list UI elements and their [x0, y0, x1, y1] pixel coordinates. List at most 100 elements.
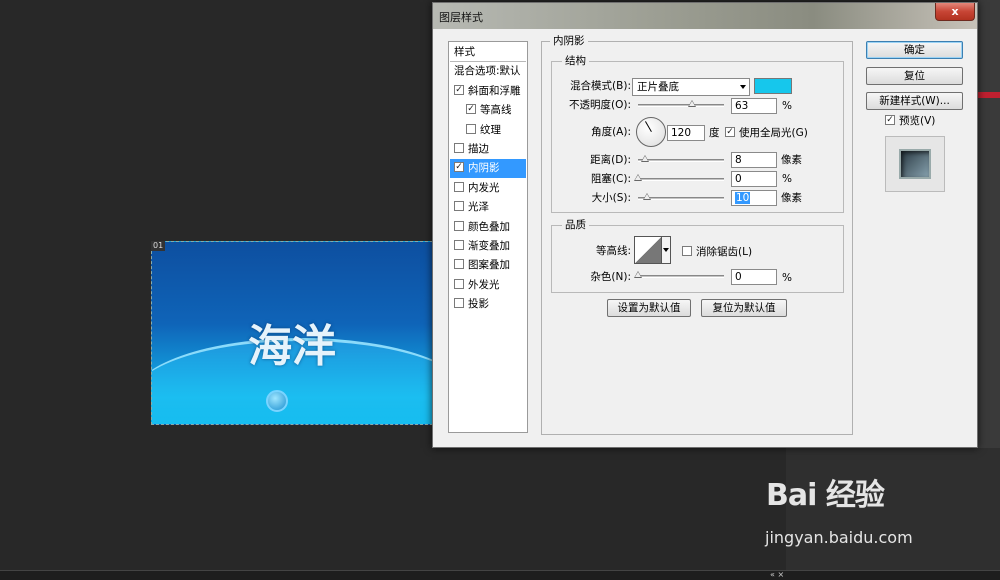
antialias-checkbox[interactable]: 消除锯齿(L)	[682, 245, 752, 259]
preview-label: 预览(V)	[899, 115, 936, 127]
angle-label: 角度(A):	[591, 126, 631, 138]
global-light-label: 使用全局光(G)	[739, 127, 808, 139]
accent-strip	[978, 92, 1000, 98]
opacity-label: 不透明度(O):	[569, 99, 631, 111]
opacity-unit: %	[782, 100, 792, 112]
choke-unit: %	[782, 173, 792, 185]
watermark-url: jingyan.baidu.com	[765, 528, 913, 547]
choke-slider[interactable]	[634, 174, 724, 181]
reset-default-button[interactable]: 复位为默认值	[701, 299, 787, 317]
size-field[interactable]: 10	[731, 190, 777, 206]
checkbox-icon[interactable]	[454, 240, 464, 250]
dialog-titlebar[interactable]: 图层样式	[433, 3, 977, 29]
ok-button[interactable]: 确定	[866, 41, 963, 59]
noise-label: 杂色(N):	[590, 271, 631, 283]
size-unit: 像素	[781, 192, 802, 204]
noise-slider-knob[interactable]	[634, 271, 642, 278]
make-default-button[interactable]: 设置为默认值	[607, 299, 691, 317]
dialog-title: 图层样式	[439, 11, 483, 24]
style-preview-thumbnail	[885, 136, 945, 192]
distance-field[interactable]: 8	[731, 152, 777, 168]
size-label: 大小(S):	[591, 192, 631, 204]
checkbox-icon[interactable]	[454, 162, 464, 173]
checkbox-icon[interactable]	[454, 298, 464, 309]
noise-field[interactable]: 0	[731, 269, 777, 285]
style-list-label: 混合选项:默认	[454, 65, 521, 78]
distance-slider[interactable]	[638, 155, 724, 162]
style-list-label: 内阴影	[468, 162, 500, 175]
shadow-color-swatch[interactable]	[754, 78, 792, 94]
style-list-item[interactable]: 内阴影	[450, 159, 526, 179]
document-canvas[interactable]: 海洋	[151, 241, 433, 425]
style-list-label: 颜色叠加	[468, 220, 510, 233]
style-list-label: 内发光	[468, 181, 500, 194]
checkbox-icon	[885, 115, 895, 125]
style-list-item[interactable]: 图案叠加	[450, 256, 526, 275]
style-list-label: 等高线	[480, 104, 512, 117]
style-list-label: 纹理	[480, 123, 501, 136]
blend-mode-value: 正片叠底	[637, 81, 679, 93]
style-list-item[interactable]: 颜色叠加	[450, 218, 526, 237]
checkbox-icon[interactable]	[466, 123, 476, 134]
style-list-item[interactable]: 混合选项:默认	[450, 62, 526, 81]
angle-dial-hand	[645, 121, 652, 132]
checkbox-icon[interactable]	[466, 104, 476, 115]
style-list-item[interactable]: 内发光	[450, 179, 526, 198]
style-list-item[interactable]: 外发光	[450, 276, 526, 295]
choke-field[interactable]: 0	[731, 171, 777, 187]
collapse-arrows-icon[interactable]: « ×	[770, 570, 784, 579]
angle-unit: 度	[709, 127, 720, 139]
checkbox-icon[interactable]	[454, 259, 464, 270]
style-list-label: 描边	[468, 143, 489, 155]
angle-dial[interactable]	[636, 117, 666, 147]
blend-mode-select[interactable]: 正片叠底	[632, 78, 750, 96]
size-value-selected: 10	[735, 192, 751, 204]
contour-label: 等高线:	[595, 245, 631, 257]
style-preview-sample	[899, 149, 931, 179]
checkbox-icon	[725, 127, 735, 137]
checkbox-icon[interactable]	[454, 278, 464, 289]
style-list-item[interactable]: 纹理	[450, 121, 526, 140]
document-tab[interactable]: 01	[151, 241, 166, 251]
checkbox-icon[interactable]	[454, 181, 464, 192]
style-list-item[interactable]: 斜面和浮雕	[450, 82, 526, 101]
layer-style-dialog: 图层样式 x 样式混合选项:默认斜面和浮雕等高线纹理描边内阴影内发光光泽颜色叠加…	[432, 2, 978, 448]
opacity-slider-knob[interactable]	[688, 100, 697, 107]
checkbox-icon[interactable]	[454, 201, 464, 212]
opacity-field[interactable]: 63	[731, 98, 777, 114]
distance-unit: 像素	[781, 154, 802, 166]
style-list-label: 斜面和浮雕	[468, 84, 521, 97]
choke-slider-knob[interactable]	[634, 174, 642, 181]
new-style-button[interactable]: 新建样式(W)...	[866, 92, 963, 110]
size-slider-knob[interactable]	[643, 193, 651, 200]
style-list-item[interactable]: 等高线	[450, 101, 526, 120]
angle-field[interactable]: 120	[667, 125, 705, 141]
style-list-label: 样式	[454, 46, 475, 58]
contour-picker[interactable]	[634, 236, 662, 264]
choke-label: 阻塞(C):	[590, 173, 631, 185]
style-list-item[interactable]: 渐变叠加	[450, 237, 526, 256]
style-list-label: 外发光	[468, 278, 500, 291]
noise-slider[interactable]	[634, 271, 724, 278]
checkbox-icon[interactable]	[454, 84, 464, 95]
size-slider[interactable]	[638, 193, 724, 200]
distance-slider-knob[interactable]	[641, 155, 649, 162]
global-light-checkbox[interactable]: 使用全局光(G)	[725, 126, 808, 140]
section-title: 内阴影	[550, 35, 588, 47]
style-list-label: 图案叠加	[468, 259, 510, 272]
checkbox-icon[interactable]	[454, 220, 464, 231]
opacity-slider[interactable]	[638, 100, 724, 107]
contour-dropdown-arrow[interactable]	[662, 236, 671, 264]
checkbox-icon	[682, 246, 692, 256]
reset-button[interactable]: 复位	[866, 67, 963, 85]
close-button[interactable]: x	[935, 3, 975, 21]
chevron-down-icon	[740, 85, 746, 89]
style-list-item[interactable]: 描边	[450, 140, 526, 159]
bubble-graphic	[266, 390, 288, 412]
distance-label: 距离(D):	[590, 154, 631, 166]
style-list-item[interactable]: 投影	[450, 295, 526, 314]
checkbox-icon[interactable]	[454, 143, 464, 153]
blend-mode-label: 混合模式(B):	[570, 80, 631, 92]
preview-checkbox[interactable]: 预览(V)	[885, 114, 935, 128]
style-list-item[interactable]: 光泽	[450, 198, 526, 217]
